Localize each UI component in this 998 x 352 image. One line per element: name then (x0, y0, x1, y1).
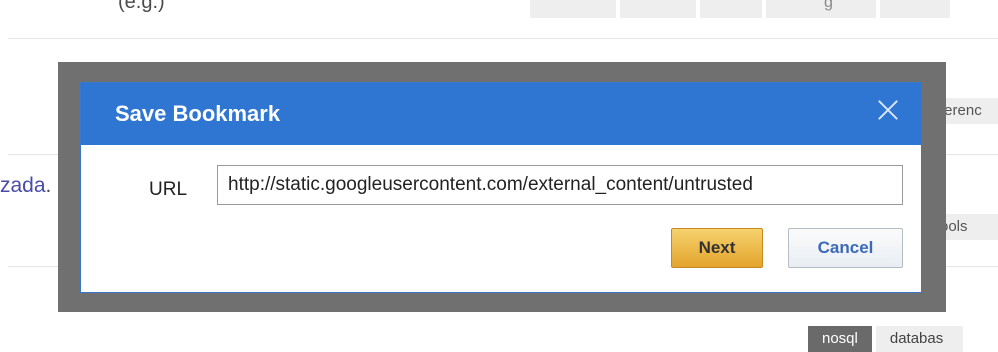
background-link-text: zada (0, 174, 46, 197)
url-label: URL (149, 179, 188, 200)
background-bottom-tags: nosql databas (808, 326, 964, 352)
tag-database[interactable]: databas (875, 326, 964, 352)
tag-nosql[interactable]: nosql (808, 326, 872, 352)
background-tag[interactable] (880, 0, 950, 18)
divider (8, 38, 998, 39)
url-input[interactable] (217, 165, 903, 205)
cancel-button[interactable]: Cancel (788, 228, 903, 268)
close-icon[interactable] (877, 99, 899, 121)
background-tag-row: g (530, 0, 950, 18)
background-tag[interactable] (530, 0, 616, 18)
background-link-dot: . (45, 174, 52, 197)
background-tag[interactable] (620, 0, 696, 18)
save-bookmark-dialog: Save Bookmark URL Next Cancel (80, 82, 922, 293)
dialog-header: Save Bookmark (81, 83, 921, 145)
background-tag-label: g (824, 0, 833, 11)
background-text: (e.g.) (118, 0, 165, 13)
dialog-title: Save Bookmark (115, 101, 281, 126)
background-link[interactable]: zada. (0, 174, 51, 198)
next-button[interactable]: Next (671, 228, 763, 268)
background-tag[interactable] (700, 0, 762, 18)
background-tag[interactable]: g (766, 0, 876, 18)
